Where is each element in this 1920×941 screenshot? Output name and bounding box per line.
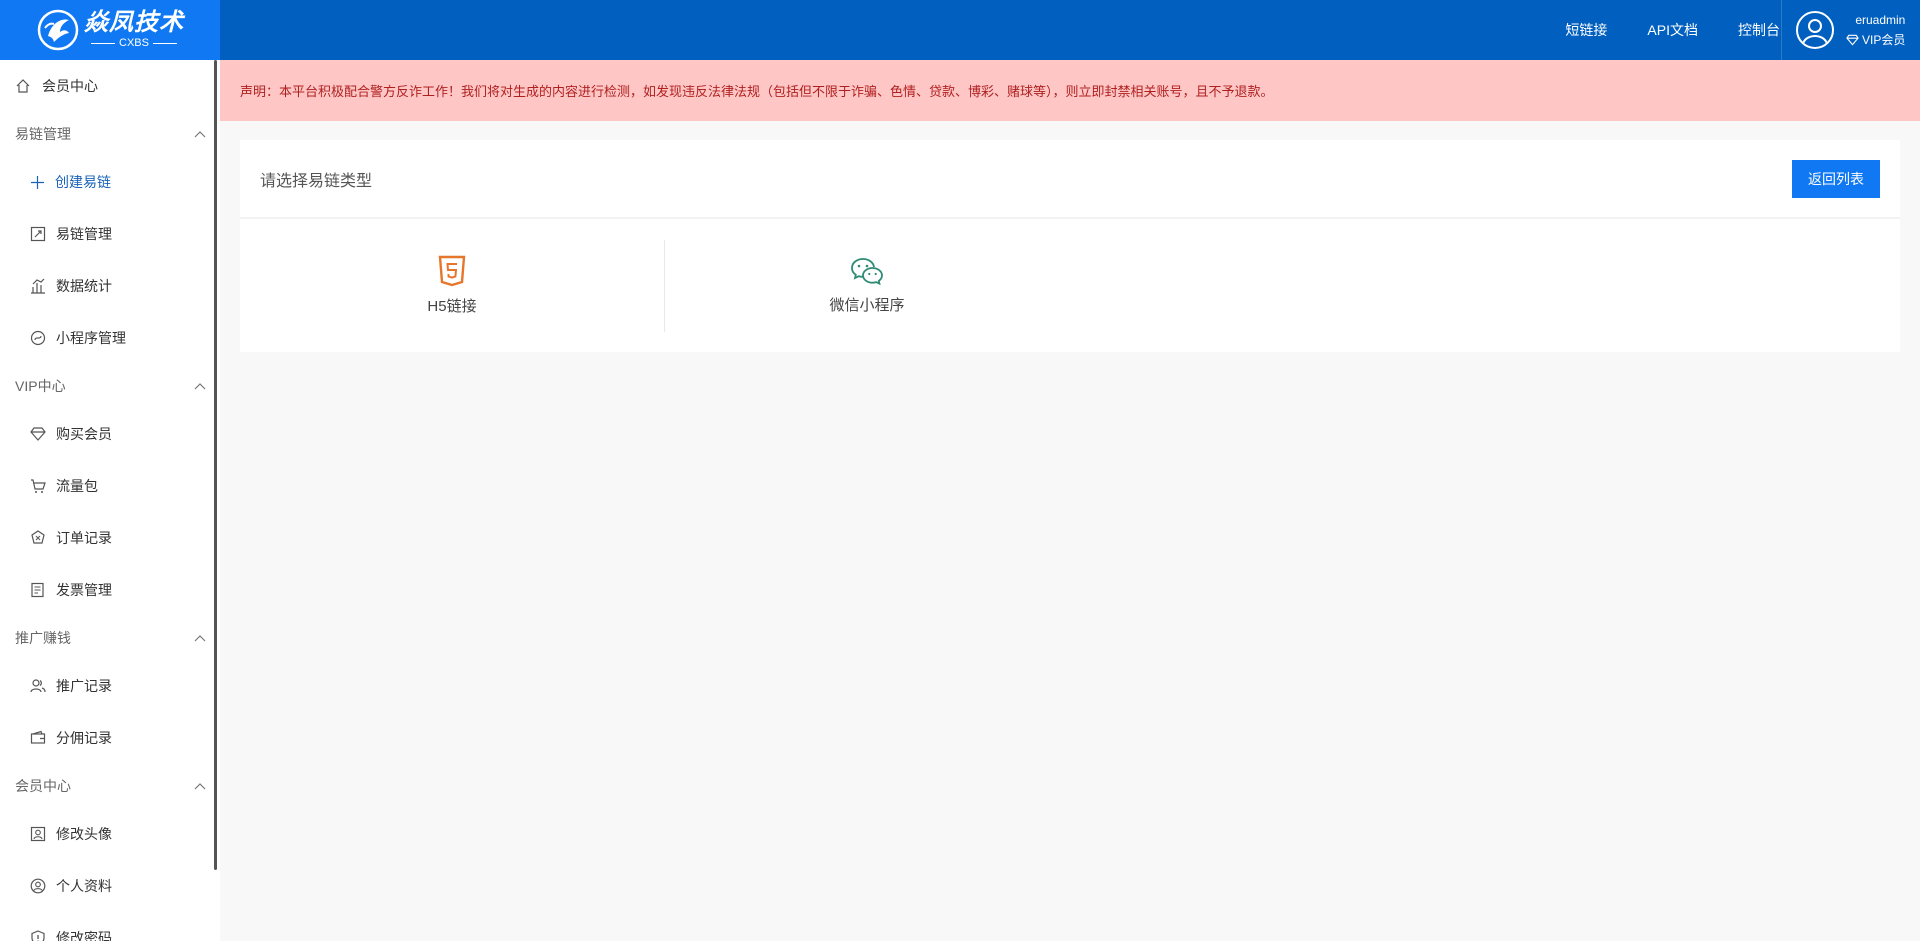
username: eruadmin — [1855, 13, 1906, 27]
sidebar-group-vip[interactable]: VIP中心 — [0, 364, 220, 408]
link-type-label: 微信小程序 — [829, 297, 905, 314]
page-title: 请选择易链类型 — [260, 172, 373, 190]
link-type-label: H5链接 — [427, 298, 477, 315]
sidebar-item-create-link[interactable]: 创建易链 — [0, 156, 220, 208]
sidebar-group-label: 易链管理 — [15, 126, 71, 142]
phoenix-logo-icon — [36, 8, 80, 52]
bar-chart-icon — [31, 278, 45, 294]
miniprogram-icon — [30, 330, 46, 346]
sidebar-item-label: 修改密码 — [56, 930, 112, 941]
home-icon — [16, 79, 30, 93]
sidebar-item-label: 会员中心 — [42, 78, 98, 94]
sidebar-item-label: 创建易链 — [55, 174, 111, 190]
sidebar-item-miniprogram[interactable]: 小程序管理 — [0, 312, 220, 364]
nav-api-docs[interactable]: API文档 — [1647, 20, 1698, 40]
sidebar-item-label: 易链管理 — [56, 226, 112, 242]
sidebar-item-label: 购买会员 — [56, 426, 112, 442]
vip-label: VIP会员 — [1862, 33, 1906, 47]
sidebar-item-label: 小程序管理 — [56, 330, 126, 346]
panel-header: 请选择易链类型 返回列表 — [240, 140, 1900, 219]
sidebar-item-label: 订单记录 — [56, 530, 112, 546]
logo-title: 焱凤技术 — [84, 9, 184, 36]
nav-short-link[interactable]: 短链接 — [1565, 20, 1607, 40]
sidebar-item-member-center[interactable]: 会员中心 — [0, 60, 220, 112]
sidebar-item-buy-vip[interactable]: 购买会员 — [0, 408, 220, 460]
sidebar-group-label: VIP中心 — [15, 378, 66, 394]
anti-fraud-notice: 声明：本平台积极配合警方反诈工作！我们将对生成的内容进行检测，如发现违反法律法规… — [220, 60, 1920, 121]
wechat-icon — [851, 258, 883, 286]
sidebar-item-change-password[interactable]: 修改密码 — [0, 912, 220, 941]
vip-badge: VIP会员 — [1846, 32, 1905, 48]
link-type-panel: 请选择易链类型 返回列表 H5链接 微信小程序 — [240, 140, 1900, 352]
picture-icon — [30, 826, 46, 842]
sidebar-item-change-avatar[interactable]: 修改头像 — [0, 808, 220, 860]
sidebar-item-link-management[interactable]: 易链管理 — [0, 208, 220, 260]
user-menu[interactable]: eruadmin VIP会员 — [1781, 0, 1920, 60]
sidebar-item-promotion-records[interactable]: 推广记录 — [0, 660, 220, 712]
sidebar-item-label: 个人资料 — [56, 878, 112, 894]
sidebar-item-label: 流量包 — [56, 478, 98, 494]
sidebar-group-promotion[interactable]: 推广赚钱 — [0, 616, 220, 660]
link-icon — [30, 226, 46, 242]
user-icon — [30, 878, 46, 894]
wallet-icon — [30, 730, 46, 744]
link-type-list: H5链接 微信小程序 — [240, 219, 1900, 352]
logo[interactable]: 焱凤技术 CXBS — [0, 0, 220, 60]
chevron-up-icon — [194, 131, 206, 138]
order-icon — [31, 530, 45, 544]
link-type-wechat-miniprogram[interactable]: 微信小程序 — [664, 239, 1069, 332]
sidebar-item-label: 分佣记录 — [56, 730, 112, 746]
sidebar-item-invoices[interactable]: 发票管理 — [0, 564, 220, 616]
avatar[interactable] — [1796, 11, 1834, 49]
top-nav: 短链接 API文档 控制台 — [1525, 0, 1780, 60]
sidebar-group-label: 会员中心 — [15, 778, 71, 794]
sidebar-item-traffic-pack[interactable]: 流量包 — [0, 460, 220, 512]
users-icon — [30, 679, 46, 693]
html5-icon — [438, 255, 466, 287]
back-to-list-button[interactable]: 返回列表 — [1792, 159, 1880, 198]
sidebar-item-label: 推广记录 — [56, 678, 112, 694]
sidebar-group-member-center[interactable]: 会员中心 — [0, 764, 220, 808]
shield-icon — [31, 930, 45, 941]
sidebar-item-label: 修改头像 — [56, 826, 112, 842]
chevron-up-icon — [194, 783, 206, 790]
top-header: 焱凤技术 CXBS 短链接 API文档 控制台 eruadmin VIP会员 — [0, 0, 1920, 60]
sidebar-group-label: 推广赚钱 — [15, 630, 71, 646]
invoice-icon — [31, 582, 44, 598]
nav-console[interactable]: 控制台 — [1738, 20, 1780, 40]
sidebar-group-link-management[interactable]: 易链管理 — [0, 112, 220, 156]
sidebar-item-label: 数据统计 — [56, 278, 112, 294]
chevron-up-icon — [194, 635, 206, 642]
sidebar-item-label: 发票管理 — [56, 582, 112, 598]
sidebar: 会员中心 易链管理 创建易链 易链管理 数据统计 小程序管理 VIP中心 购买会… — [0, 60, 220, 941]
cart-icon — [31, 479, 46, 493]
chevron-up-icon — [194, 383, 206, 390]
logo-subtitle: CXBS — [87, 36, 181, 50]
plus-icon — [31, 175, 44, 189]
sidebar-item-statistics[interactable]: 数据统计 — [0, 260, 220, 312]
sidebar-item-profile[interactable]: 个人资料 — [0, 860, 220, 912]
diamond-icon — [30, 427, 46, 441]
sidebar-item-orders[interactable]: 订单记录 — [0, 512, 220, 564]
logo-text: 焱凤技术 CXBS — [84, 10, 184, 50]
link-type-h5[interactable]: H5链接 — [240, 240, 664, 332]
sidebar-scrollbar[interactable] — [214, 60, 217, 870]
sidebar-item-commission-records[interactable]: 分佣记录 — [0, 712, 220, 764]
diamond-icon — [1846, 34, 1859, 46]
